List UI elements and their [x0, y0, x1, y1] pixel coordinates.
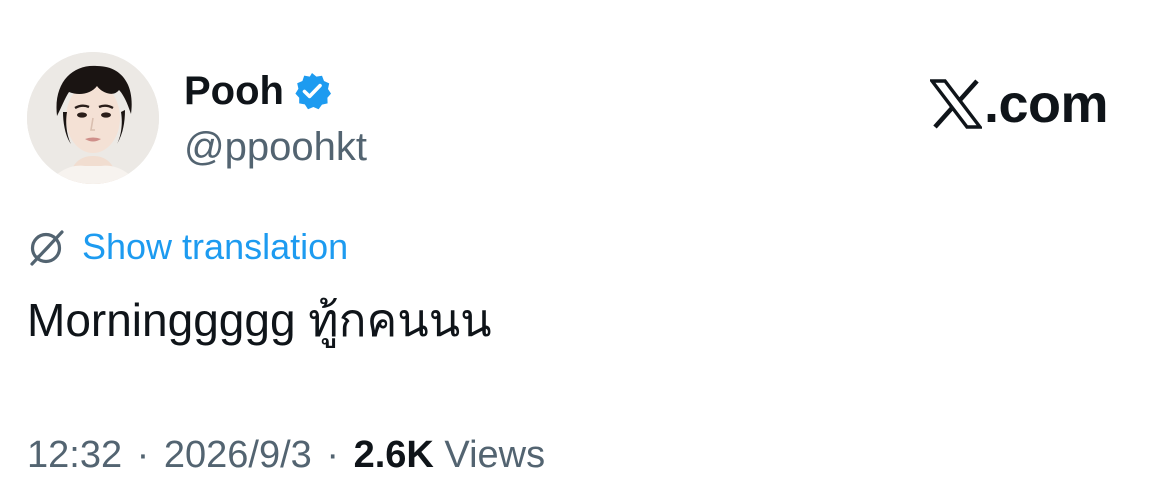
views-label: Views — [444, 434, 546, 476]
tweet-date[interactable]: 2026/9/3 — [164, 434, 312, 476]
meta-separator: · — [326, 434, 340, 476]
tweet-text: Morninggggg ทู้กคนนน — [27, 294, 492, 346]
meta-separator: · — [136, 434, 150, 476]
avatar[interactable] — [27, 52, 159, 184]
show-translation-link[interactable]: Show translation — [82, 225, 348, 269]
show-translation-button[interactable]: Show translation — [27, 224, 348, 270]
tweet-time[interactable]: 12:32 — [27, 434, 122, 476]
display-name[interactable]: Pooh — [184, 68, 284, 114]
author-name-row[interactable]: Pooh — [184, 68, 332, 114]
avatar-photo — [27, 52, 159, 184]
author-handle[interactable]: @ppoohkt — [184, 124, 367, 170]
brand-domain: .com — [984, 74, 1109, 134]
tweet-meta: 12:32 · 2026/9/3 · 2.6K Views — [27, 430, 545, 480]
globe-translate-icon — [30, 230, 64, 266]
x-logo-icon — [930, 79, 982, 129]
verified-badge-icon — [295, 73, 331, 110]
brand: .com — [930, 74, 1109, 134]
views-count[interactable]: 2.6K — [354, 434, 434, 476]
